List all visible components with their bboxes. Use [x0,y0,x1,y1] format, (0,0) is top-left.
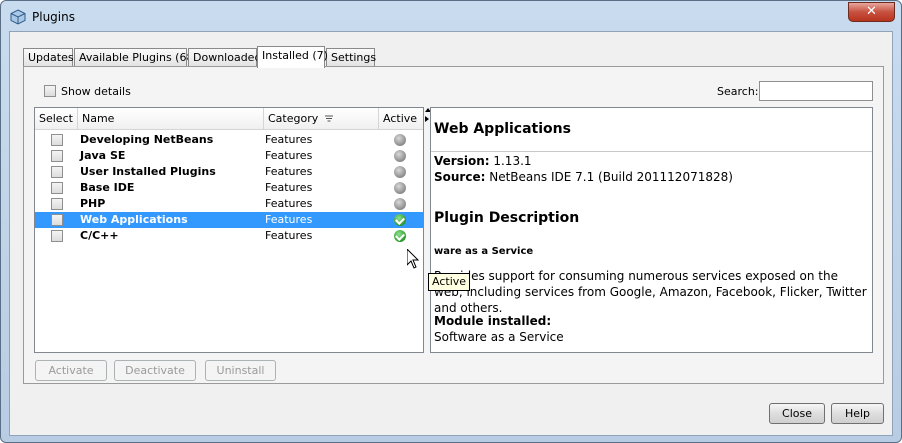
column-name[interactable]: Name [78,108,264,130]
tab-available-plugins[interactable]: Available Plugins (68) [74,48,198,67]
sort-filter-icon [324,115,333,122]
show-details-label: Show details [61,85,131,98]
column-category[interactable]: Category [264,108,379,130]
title-bar[interactable]: Plugins ✕ [1,1,901,33]
window-close-button[interactable]: ✕ [848,2,895,22]
activate-button[interactable]: Activate [35,360,107,381]
details-header: Web Applications [431,108,872,152]
row-select-checkbox[interactable] [51,134,63,146]
row-select-checkbox[interactable] [51,166,63,178]
table-row[interactable]: C/C++ Features [35,228,423,244]
table-header: Select Name Category Active [35,108,423,130]
mouse-pointer-icon [407,249,419,269]
plugin-category: Features [265,213,313,226]
show-details-checkbox[interactable] [44,85,56,97]
tab-installed[interactable]: Installed (7) [257,46,328,68]
plugin-name: User Installed Plugins [80,165,216,178]
tab-updates[interactable]: Updates [23,48,74,67]
plugin-name: Developing NetBeans [80,133,214,146]
expand-arrow-icon[interactable] [425,116,429,122]
plugin-category: Features [265,165,313,178]
deactivate-button[interactable]: Deactivate [114,360,196,381]
search-input[interactable] [759,81,873,101]
uninstall-button[interactable]: Uninstall [205,360,276,381]
tab-settings[interactable]: Settings [326,48,376,67]
source-value: NetBeans IDE 7.1 (Build 201112071828) [489,170,733,184]
plugins-table: Select Name Category Active Developing N… [34,107,424,353]
plugin-description-heading: Plugin Description [434,210,580,226]
plugin-category: Features [265,133,313,146]
column-select[interactable]: Select [35,108,78,130]
plugin-category: Features [265,229,313,242]
active-tooltip: Active [428,273,471,291]
search-label: Search: [717,85,759,98]
tab-downloaded[interactable]: Downloaded [188,48,261,67]
plugin-category: Features [265,181,313,194]
column-active[interactable]: Active [379,108,423,130]
row-select-checkbox[interactable] [51,214,63,226]
details-title: Web Applications [434,121,571,137]
table-row[interactable]: Java SE Features [35,148,423,164]
installed-panel: Show details Search: Select Name Categor… [23,66,884,384]
row-select-checkbox[interactable] [51,230,63,242]
plugin-name: Base IDE [80,181,135,194]
active-status-icon [394,214,406,226]
plugins-window: Plugins ✕ Updates Available Plugins (68)… [0,0,902,443]
plugin-description-text: Provides support for consuming numerous … [434,269,867,315]
plugin-name: C/C++ [80,229,119,242]
inactive-status-icon [394,198,406,210]
plugin-category: Features [265,197,313,210]
plugin-name: Java SE [80,149,126,162]
dialog-content: Updates Available Plugins (68) Downloade… [9,31,893,436]
inactive-status-icon [394,182,406,194]
inactive-status-icon [394,134,406,146]
table-row-selected[interactable]: Web Applications Features [35,212,423,228]
table-row[interactable]: User Installed Plugins Features [35,164,423,180]
row-select-checkbox[interactable] [51,182,63,194]
netbeans-cube-icon [10,9,26,25]
plugin-category: Features [265,149,313,162]
module-installed-value: Software as a Service [434,330,564,344]
active-status-icon [394,230,406,242]
module-installed-label: Module installed: [434,314,552,328]
source-line: Source: NetBeans IDE 7.1 (Build 20111207… [434,170,733,184]
table-row[interactable]: PHP Features [35,196,423,212]
version-label: Version: [434,154,490,168]
table-row[interactable]: Developing NetBeans Features [35,132,423,148]
table-row[interactable]: Base IDE Features [35,180,423,196]
close-icon: ✕ [866,4,877,19]
row-select-checkbox[interactable] [51,150,63,162]
help-button[interactable]: Help [831,403,884,424]
version-value: 1.13.1 [493,154,532,168]
inactive-status-icon [394,166,406,178]
close-button[interactable]: Close [769,403,825,424]
plugin-name: PHP [80,197,106,210]
source-label: Source: [434,170,486,184]
description-subheading: ware as a Service [434,246,534,257]
inactive-status-icon [394,150,406,162]
plugin-details-pane: Web Applications Version: 1.13.1 Source:… [430,107,873,353]
row-select-checkbox[interactable] [51,198,63,210]
window-title: Plugins [32,10,75,24]
version-line: Version: 1.13.1 [434,154,532,168]
plugin-name: Web Applications [80,213,188,226]
